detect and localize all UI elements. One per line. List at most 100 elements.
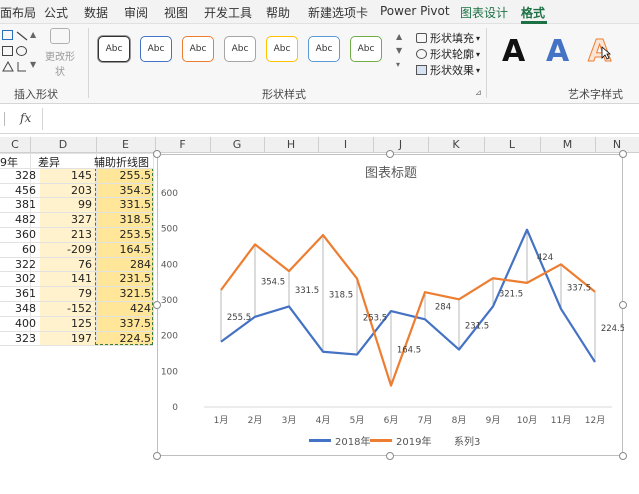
- chart-area[interactable]: 图表标题 0 100 200 300 400 500 600 1月 2月 3月 4月 5月 6月 7月 8月 9…: [157, 154, 625, 456]
- legend-item-3[interactable]: 系列3: [440, 433, 480, 448]
- shape-effects-button[interactable]: 形状效果 ▾: [416, 62, 480, 78]
- cell-c[interactable]: 323: [0, 332, 36, 345]
- cell-e[interactable]: 337.5: [96, 317, 152, 330]
- cell-e[interactable]: 255.5: [96, 169, 152, 182]
- shape-outline-button[interactable]: 形状轮廓 ▾: [416, 46, 480, 62]
- cell-d[interactable]: -209: [40, 243, 92, 256]
- resize-handle-icon[interactable]: [619, 150, 627, 158]
- resize-handle-icon[interactable]: [386, 150, 394, 158]
- tab-3[interactable]: 审阅: [124, 4, 148, 21]
- column-header-g[interactable]: G: [210, 138, 264, 151]
- cell-d[interactable]: 99: [40, 198, 92, 211]
- tab-0[interactable]: 面布局: [0, 4, 36, 21]
- shape-style-preset-3[interactable]: Abc: [182, 36, 214, 62]
- shapes-more-icon[interactable]: ▼: [30, 60, 36, 69]
- column-header-d[interactable]: D: [30, 138, 96, 151]
- legend-item-2[interactable]: 2019年: [370, 433, 431, 448]
- tab-7[interactable]: 新建选项卡: [308, 4, 368, 21]
- oval-shape-icon[interactable]: [16, 46, 27, 56]
- fx-label[interactable]: fx: [20, 111, 31, 125]
- cell-c[interactable]: 400: [0, 317, 36, 330]
- header-cell-e[interactable]: 辅助折线图: [94, 154, 149, 170]
- cell-e[interactable]: 321.5: [96, 287, 152, 300]
- cell-e[interactable]: 424: [96, 302, 151, 315]
- column-header-i[interactable]: I: [318, 138, 373, 151]
- tab-6[interactable]: 帮助: [266, 4, 290, 21]
- column-header-h[interactable]: H: [264, 138, 318, 151]
- shapes-scroll-up-icon[interactable]: ▲: [30, 30, 36, 39]
- cell-e[interactable]: 253.5: [96, 228, 152, 241]
- tab-10[interactable]: 格式: [521, 4, 545, 21]
- cell-d[interactable]: 79: [40, 287, 92, 300]
- header-cell-d[interactable]: 差异: [38, 154, 60, 170]
- wordart-black-sample[interactable]: A: [502, 34, 525, 69]
- column-header-m[interactable]: M: [540, 138, 595, 151]
- square-shape-icon[interactable]: [2, 46, 13, 56]
- resize-handle-icon[interactable]: [153, 301, 161, 309]
- cell-e[interactable]: 284: [96, 258, 151, 271]
- column-header-l[interactable]: L: [484, 138, 540, 151]
- line-shape-icon[interactable]: [16, 30, 28, 41]
- cell-c[interactable]: 381: [0, 198, 36, 211]
- cell-d[interactable]: 125: [40, 317, 92, 330]
- column-header-j[interactable]: J: [373, 138, 428, 151]
- cell-e[interactable]: 318.5: [96, 213, 152, 226]
- style-gallery-down-icon[interactable]: ▼: [396, 46, 402, 55]
- bracket-shape-icon[interactable]: [16, 61, 28, 72]
- header-cell-c[interactable]: 9年: [0, 154, 18, 170]
- shape-style-preset-1[interactable]: Abc: [98, 36, 130, 62]
- resize-handle-icon[interactable]: [619, 452, 627, 460]
- cell-c[interactable]: 348: [0, 302, 36, 315]
- cell-c[interactable]: 456: [0, 184, 36, 197]
- column-header-e[interactable]: E: [96, 138, 155, 151]
- cell-d[interactable]: 197: [40, 332, 92, 345]
- column-header-f[interactable]: F: [155, 138, 210, 151]
- cell-d[interactable]: 213: [40, 228, 92, 241]
- chart-title[interactable]: 图表标题: [365, 166, 417, 181]
- cell-e[interactable]: 224.5: [96, 332, 152, 345]
- change-shape-button[interactable]: 更改形状: [42, 28, 78, 78]
- cell-d[interactable]: 145: [40, 169, 92, 182]
- triangle-shape-icon[interactable]: [2, 60, 14, 72]
- shape-style-preset-6[interactable]: Abc: [308, 36, 340, 62]
- tab-8[interactable]: Power Pivot: [380, 4, 450, 18]
- cell-c[interactable]: 328: [0, 169, 36, 182]
- cell-e[interactable]: 354.5: [96, 184, 152, 197]
- cell-c[interactable]: 482: [0, 213, 36, 226]
- cell-d[interactable]: 203: [40, 184, 92, 197]
- tab-9[interactable]: 图表设计: [460, 4, 508, 21]
- cell-d[interactable]: 327: [40, 213, 92, 226]
- legend-item-1[interactable]: 2018年: [309, 433, 370, 448]
- cell-d[interactable]: -152: [40, 302, 92, 315]
- wordart-blue-sample[interactable]: A: [546, 34, 569, 69]
- shape-style-preset-2[interactable]: Abc: [140, 36, 172, 62]
- resize-handle-icon[interactable]: [153, 452, 161, 460]
- shape-style-preset-4[interactable]: Abc: [224, 36, 256, 62]
- style-gallery-up-icon[interactable]: ▲: [396, 32, 402, 41]
- shape-style-preset-7[interactable]: Abc: [350, 36, 382, 62]
- cell-e[interactable]: 331.5: [96, 198, 152, 211]
- shape-fill-button[interactable]: 形状填充 ▾: [416, 30, 480, 46]
- dialog-launcher-icon[interactable]: ⊿: [475, 88, 482, 97]
- cell-e[interactable]: 231.5: [96, 272, 152, 285]
- cell-c[interactable]: 322: [0, 258, 36, 271]
- cell-c[interactable]: 360: [0, 228, 36, 241]
- tab-2[interactable]: 数据: [84, 4, 108, 21]
- cell-c[interactable]: 302: [0, 272, 36, 285]
- cell-c[interactable]: 361: [0, 287, 36, 300]
- tab-5[interactable]: 开发工具: [204, 4, 252, 21]
- style-gallery-more-icon[interactable]: ▾: [396, 60, 400, 69]
- column-header-k[interactable]: K: [428, 138, 484, 151]
- tab-1[interactable]: 公式: [44, 4, 68, 21]
- cell-c[interactable]: 60: [0, 243, 36, 256]
- resize-handle-icon[interactable]: [153, 150, 161, 158]
- column-header-c[interactable]: C: [0, 138, 30, 151]
- resize-handle-icon[interactable]: [619, 301, 627, 309]
- rectangle-shape-icon[interactable]: [2, 30, 13, 40]
- column-header-n[interactable]: N: [595, 138, 639, 151]
- tab-4[interactable]: 视图: [164, 4, 188, 21]
- cell-d[interactable]: 76: [40, 258, 92, 271]
- formula-input[interactable]: [42, 108, 639, 130]
- shape-style-preset-5[interactable]: Abc: [266, 36, 298, 62]
- resize-handle-icon[interactable]: [386, 452, 394, 460]
